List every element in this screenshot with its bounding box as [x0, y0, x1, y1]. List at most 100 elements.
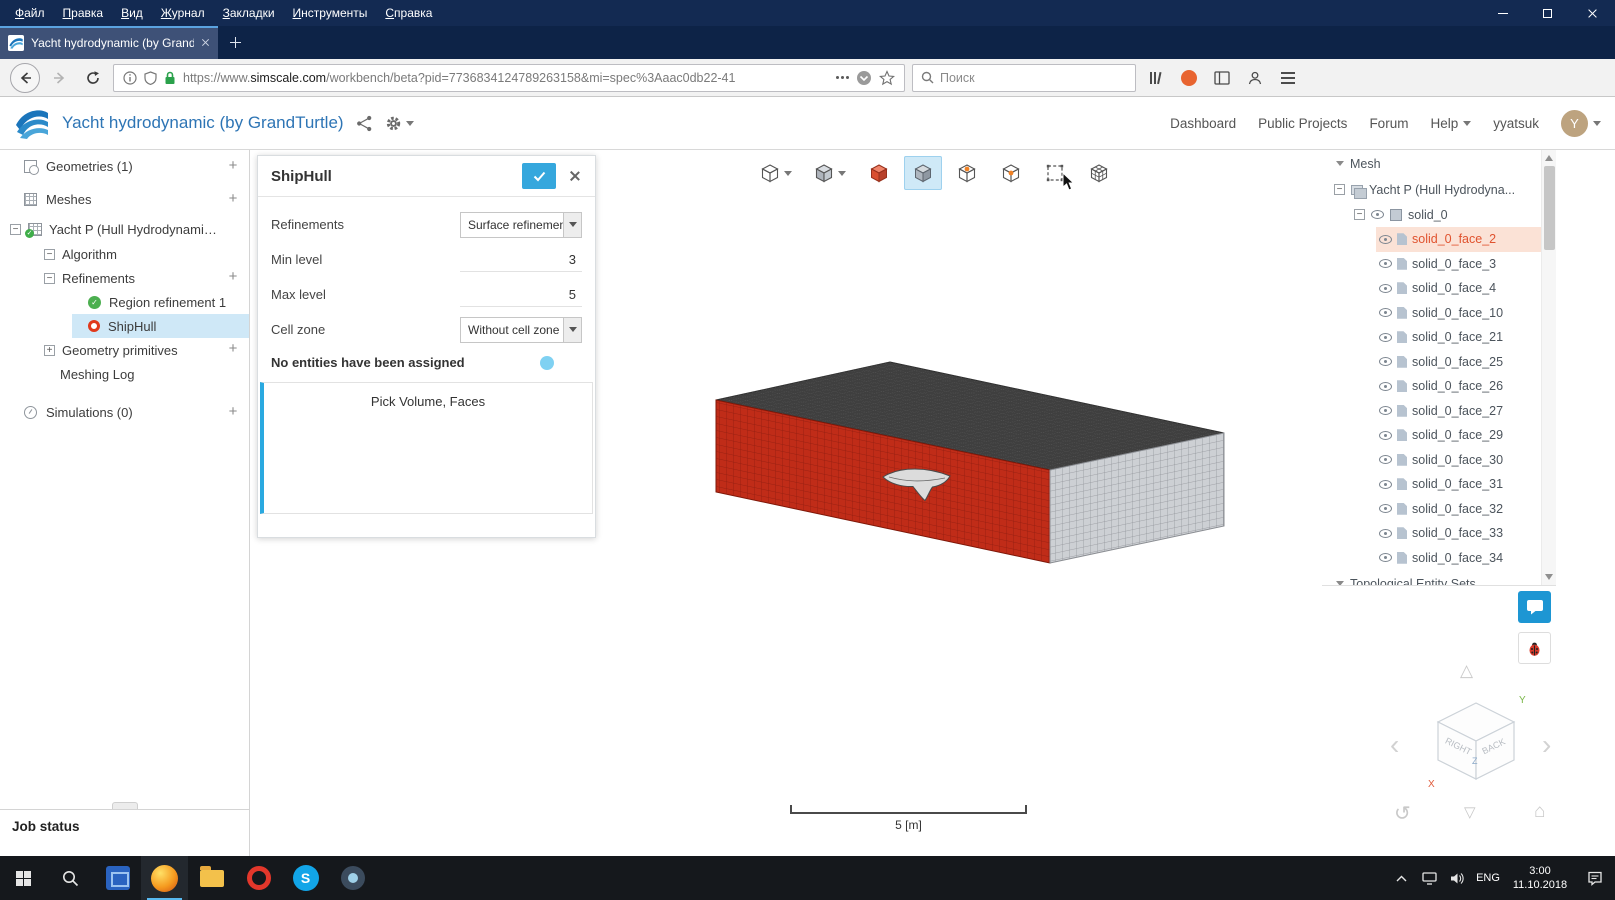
face-row[interactable]: solid_0_face_32 [1322, 497, 1541, 522]
search-input[interactable] [940, 70, 1090, 85]
nav-public-projects[interactable]: Public Projects [1258, 116, 1347, 131]
cell-zone-select[interactable]: Without cell zone [460, 316, 582, 343]
show-volume-mesh-button[interactable] [860, 156, 898, 190]
face-row[interactable]: solid_0_face_3 [1322, 252, 1541, 277]
collapse-icon[interactable] [1334, 184, 1345, 195]
max-level-input[interactable] [460, 282, 582, 307]
add-geometry-button[interactable] [226, 160, 240, 174]
pick-entities-box[interactable]: Pick Volume, Faces [260, 382, 593, 514]
collapse-icon[interactable] [1354, 209, 1365, 220]
expand-icon[interactable] [44, 344, 55, 356]
job-status-bar[interactable]: Job status [0, 809, 249, 856]
report-bug-button[interactable] [1518, 632, 1551, 664]
visibility-eye-icon[interactable] [1379, 234, 1392, 244]
visibility-eye-icon[interactable] [1379, 283, 1392, 293]
tree-refinements[interactable]: Refinements [0, 266, 249, 290]
visibility-eye-icon[interactable] [1379, 406, 1392, 416]
refinements-select[interactable]: Surface refinement [460, 211, 582, 238]
back-button[interactable] [10, 62, 40, 93]
reload-button[interactable] [80, 65, 106, 91]
account-button[interactable] [1242, 65, 1268, 91]
tracking-shield-icon[interactable] [144, 70, 157, 85]
visibility-eye-icon[interactable] [1379, 430, 1392, 440]
taskbar-app-6[interactable] [329, 856, 376, 900]
minimize-button[interactable] [1480, 0, 1525, 26]
tree-geometries[interactable]: Geometries (1) [0, 150, 249, 183]
face-row[interactable]: solid_0_face_4 [1322, 276, 1541, 301]
close-button[interactable] [1570, 0, 1615, 26]
render-mode-dropdown[interactable] [806, 156, 854, 190]
url-text[interactable]: https://www.simscale.com/workbench/beta?… [183, 71, 829, 85]
menu-edit[interactable]: Правка [54, 2, 113, 24]
menu-help[interactable]: Справка [376, 2, 441, 24]
cancel-button[interactable] [568, 169, 582, 183]
taskbar-firefox[interactable] [141, 856, 188, 900]
tree-scrollbar[interactable] [1541, 150, 1556, 585]
tree-mesh-item[interactable]: Yacht P (Hull Hydrodynamics) m... [0, 216, 249, 242]
apply-button[interactable] [522, 163, 556, 189]
tree-meshing-log[interactable]: Meshing Log [0, 362, 249, 386]
show-surface-mesh-button[interactable] [904, 156, 942, 190]
info-dot-icon[interactable] [540, 355, 554, 370]
add-simulation-button[interactable] [226, 406, 240, 420]
menu-view[interactable]: Вид [112, 2, 152, 24]
menu-file[interactable]: Файл [6, 2, 54, 24]
pick-vertex-button[interactable] [992, 156, 1030, 190]
rotate-left-icon[interactable]: ‹ [1390, 729, 1399, 761]
rotate-ccw-icon[interactable]: ↺ [1394, 801, 1411, 826]
face-row[interactable]: solid_0_face_2 [1322, 227, 1541, 252]
face-row[interactable]: solid_0_face_29 [1322, 423, 1541, 448]
scroll-down-icon[interactable] [1545, 574, 1553, 580]
extension-button[interactable] [1176, 65, 1202, 91]
forward-button[interactable] [47, 65, 73, 91]
pick-point-button[interactable] [948, 156, 986, 190]
rtree-mesh-root[interactable]: Mesh [1322, 150, 1541, 177]
visibility-eye-icon[interactable] [1379, 479, 1392, 489]
tree-algorithm[interactable]: Algorithm [0, 242, 249, 266]
visibility-eye-icon[interactable] [1379, 381, 1392, 391]
face-row[interactable]: solid_0_face_25 [1322, 350, 1541, 375]
menu-history[interactable]: Журнал [152, 2, 214, 24]
visibility-eye-icon[interactable] [1371, 210, 1384, 219]
navigation-cube[interactable]: △ ‹ › RIGHT BACK Y X Z ↺ ▽ ⌂ [1388, 661, 1564, 841]
taskbar-opera[interactable] [235, 856, 282, 900]
search-bar[interactable] [912, 63, 1136, 92]
tree-geometry-primitives[interactable]: Geometry primitives [0, 338, 249, 362]
tree-region-refinement[interactable]: Region refinement 1 [72, 290, 249, 314]
nav-dashboard[interactable]: Dashboard [1170, 116, 1236, 131]
scrollbar-thumb[interactable] [1543, 166, 1555, 250]
language-indicator[interactable]: ENG [1471, 872, 1505, 884]
face-row[interactable]: solid_0_face_34 [1322, 546, 1541, 571]
project-settings-button[interactable] [385, 115, 414, 132]
nav-forum[interactable]: Forum [1369, 116, 1408, 131]
taskbar-app-tile[interactable] [94, 856, 141, 900]
maximize-button[interactable] [1525, 0, 1570, 26]
face-row[interactable]: solid_0_face_21 [1322, 325, 1541, 350]
visibility-eye-icon[interactable] [1379, 332, 1392, 342]
add-refinement-button[interactable] [226, 271, 240, 285]
page-actions-icon[interactable] [836, 76, 849, 79]
visibility-eye-icon[interactable] [1379, 455, 1392, 465]
visibility-eye-icon[interactable] [1379, 259, 1392, 269]
rtree-solid[interactable]: solid_0 [1322, 202, 1541, 227]
home-view-icon[interactable]: ⌂ [1534, 801, 1545, 823]
visibility-eye-icon[interactable] [1379, 553, 1392, 563]
bookmark-star-icon[interactable] [879, 69, 895, 86]
tree-simulations[interactable]: Simulations (0) [0, 396, 249, 429]
tray-network-button[interactable] [1415, 856, 1443, 900]
min-level-input[interactable] [460, 247, 582, 272]
menu-bookmarks[interactable]: Закладки [214, 2, 284, 24]
tree-meshes[interactable]: Meshes [0, 183, 249, 216]
face-row[interactable]: solid_0_face_33 [1322, 521, 1541, 546]
tray-expand-button[interactable] [1387, 856, 1415, 900]
menu-tools[interactable]: Инструменты [284, 2, 377, 24]
face-row[interactable]: solid_0_face_10 [1322, 301, 1541, 326]
visibility-eye-icon[interactable] [1379, 504, 1392, 514]
nav-help[interactable]: Help [1430, 116, 1472, 131]
face-row[interactable]: solid_0_face_30 [1322, 448, 1541, 473]
taskbar-file-explorer[interactable] [188, 856, 235, 900]
action-center-button[interactable] [1575, 856, 1615, 900]
page-info-icon[interactable] [123, 70, 137, 85]
username-label[interactable]: yyatsuk [1493, 116, 1539, 131]
collapse-icon[interactable] [44, 272, 55, 284]
